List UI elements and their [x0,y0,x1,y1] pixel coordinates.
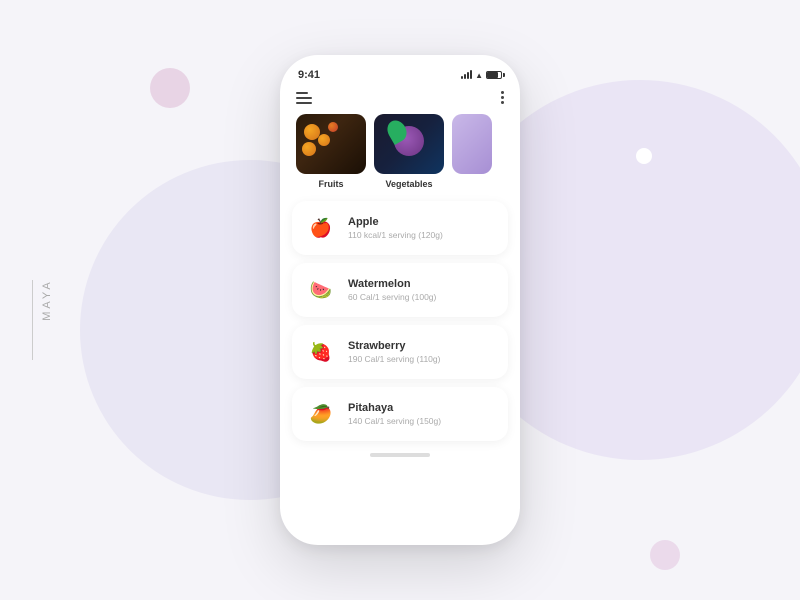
watermelon-calories: 60 Cal/1 serving (100g) [348,292,496,302]
fruits-label: Fruits [318,179,343,189]
food-item-pitahaya[interactable]: 🥭 Pitahaya 140 Cal/1 serving (150g) [292,387,508,441]
hamburger-line-2 [296,97,312,99]
fruits-image [296,114,366,174]
pitahaya-icon: 🥭 [304,397,338,431]
strawberry-calories: 190 Cal/1 serving (110g) [348,354,496,364]
apple-name: Apple [348,216,496,228]
apple-icon: 🍎 [304,211,338,245]
bg-circle-pink [150,68,190,108]
phone-body: 9:41 ▲ [280,55,520,545]
food-list: 🍎 Apple 110 kcal/1 serving (120g) 🍉 Wate… [280,189,520,441]
watermelon-icon: 🍉 [304,273,338,307]
top-nav [280,85,520,114]
watermelon-info: Watermelon 60 Cal/1 serving (100g) [348,278,496,302]
phone-notch [365,55,435,73]
brand-label: MAYA [41,279,53,321]
vegetables-label: Vegetables [385,179,432,189]
signal-icon [461,71,472,79]
watermelon-name: Watermelon [348,278,496,290]
pitahaya-name: Pitahaya [348,402,496,414]
brand-line [32,280,33,360]
food-item-apple[interactable]: 🍎 Apple 110 kcal/1 serving (120g) [292,201,508,255]
other-image [452,114,492,174]
wifi-icon: ▲ [475,71,483,80]
hamburger-menu[interactable] [296,92,312,104]
home-indicator [370,453,430,457]
food-item-watermelon[interactable]: 🍉 Watermelon 60 Cal/1 serving (100g) [292,263,508,317]
categories-row: Fruits Vegetables [280,114,520,189]
apple-calories: 110 kcal/1 serving (120g) [348,230,496,240]
dot-1 [501,91,504,94]
dot-3 [501,101,504,104]
dot-2 [501,96,504,99]
food-item-strawberry[interactable]: 🍓 Strawberry 190 Cal/1 serving (110g) [292,325,508,379]
strawberry-info: Strawberry 190 Cal/1 serving (110g) [348,340,496,364]
status-icons: ▲ [461,71,502,80]
bg-circle-pink-br [650,540,680,570]
battery-icon [486,71,502,79]
bg-circle-white [636,148,652,164]
hamburger-line-3 [296,102,312,104]
strawberry-name: Strawberry [348,340,496,352]
apple-info: Apple 110 kcal/1 serving (120g) [348,216,496,240]
phone-screen[interactable]: 9:41 ▲ [280,55,520,545]
status-time: 9:41 [298,69,320,81]
pitahaya-calories: 140 Cal/1 serving (150g) [348,416,496,426]
pitahaya-info: Pitahaya 140 Cal/1 serving (150g) [348,402,496,426]
vegetables-image [374,114,444,174]
phone-mockup: 9:41 ▲ [280,55,520,545]
hamburger-line-1 [296,92,308,94]
category-other[interactable] [452,114,492,189]
more-menu[interactable] [501,91,504,104]
category-fruits[interactable]: Fruits [296,114,366,189]
strawberry-icon: 🍓 [304,335,338,369]
category-vegetables[interactable]: Vegetables [374,114,444,189]
